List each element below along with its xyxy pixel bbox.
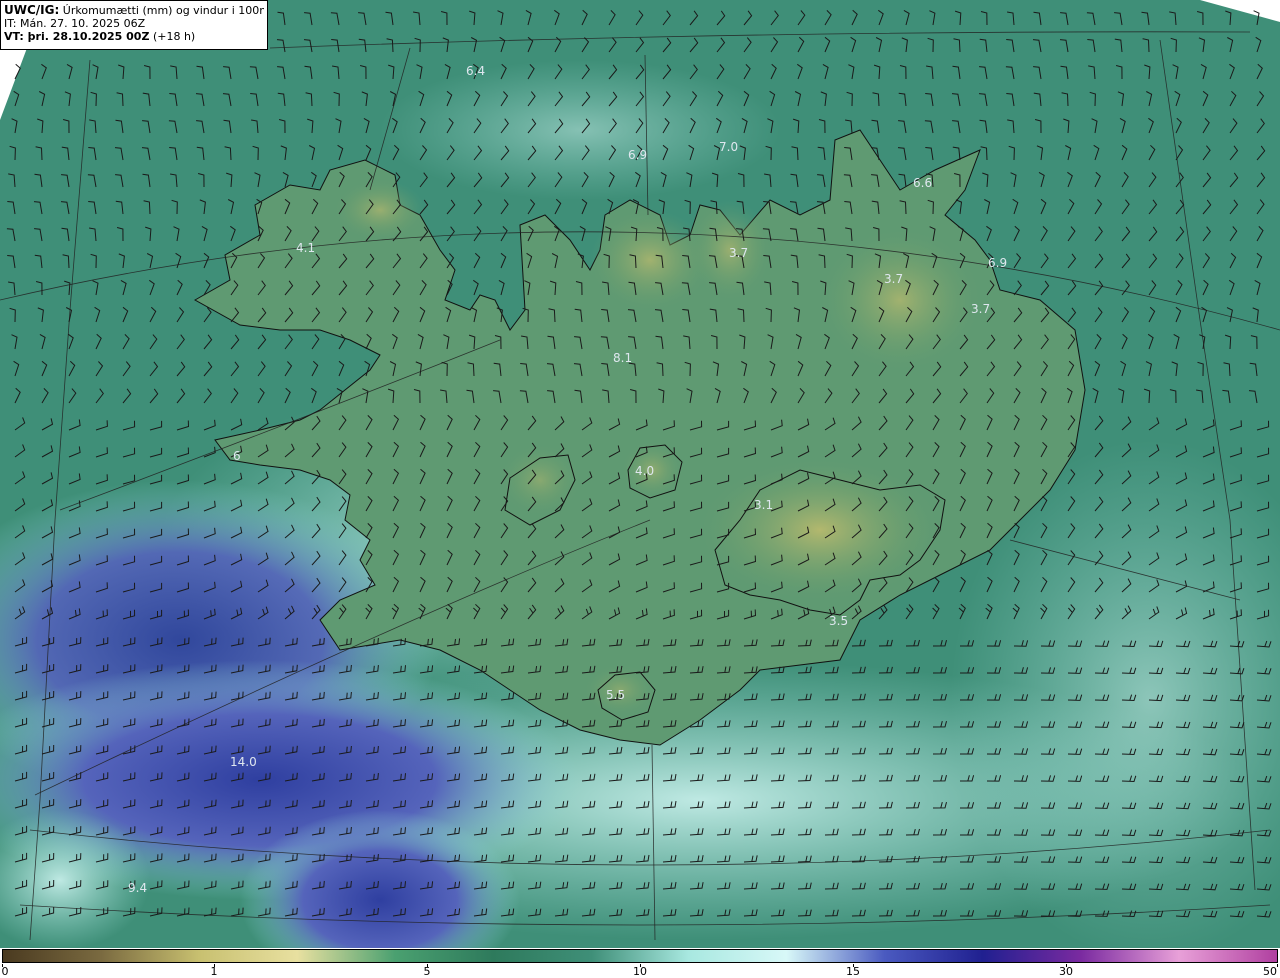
value-label: 9.4 bbox=[128, 881, 147, 895]
colorbar-label: 15 bbox=[846, 965, 860, 978]
colorbar-label: 0 bbox=[1, 965, 9, 978]
valid-time: VT: þri. 28.10.2025 00Z bbox=[4, 30, 150, 43]
value-label: 14.0 bbox=[230, 755, 257, 769]
value-label: 3.5 bbox=[829, 614, 848, 628]
init-time: IT: Mán. 27. 10. 2025 06Z bbox=[4, 17, 146, 30]
colorbar-label: 10 bbox=[633, 965, 647, 978]
colorbar-label: 5 bbox=[423, 965, 431, 978]
valid-time-line: VT: þri. 28.10.2025 00Z (+18 h) bbox=[4, 30, 264, 43]
value-label: 3.7 bbox=[729, 246, 748, 260]
header-title-line: UWC/IG: Úrkomumætti (mm) og vindur i 100… bbox=[4, 4, 264, 17]
value-label: 3.1 bbox=[754, 498, 773, 512]
map-title: Úrkomumætti (mm) og vindur i 100m hæð bbox=[62, 4, 264, 17]
highland-westfjords bbox=[335, 180, 425, 240]
value-label: 5.5 bbox=[606, 688, 625, 702]
colorbar-label: 30 bbox=[1059, 965, 1073, 978]
value-label: 6.9 bbox=[988, 256, 1007, 270]
colorbar-strip bbox=[2, 949, 1278, 963]
pale-region-north bbox=[380, 60, 780, 200]
value-label: 4.1 bbox=[296, 241, 315, 255]
colorbar-label: 1 bbox=[210, 965, 218, 978]
value-label: 4.0 bbox=[635, 464, 654, 478]
model-label: UWC/IG: bbox=[4, 4, 60, 17]
value-label: 3.7 bbox=[884, 272, 903, 286]
value-label: 8.1 bbox=[613, 351, 632, 365]
value-label: 7.0 bbox=[719, 140, 738, 154]
colorbar-label: 50 bbox=[1263, 965, 1277, 978]
lead-time: (+18 h) bbox=[152, 30, 196, 43]
map-header: UWC/IG: Úrkomumætti (mm) og vindur i 100… bbox=[0, 0, 268, 50]
value-label: 6.6 bbox=[913, 176, 932, 190]
colorbar: 0 1 5 10 15 30 50 bbox=[0, 948, 1280, 978]
colorbar-tick bbox=[1277, 964, 1278, 967]
value-label: 3.7 bbox=[971, 302, 990, 316]
highland-vatnajokull bbox=[700, 460, 940, 600]
weather-map: 6.4 6.9 7.0 6.6 4.1 3.7 3.7 6.9 3.7 8.1 … bbox=[0, 0, 1280, 948]
value-label: 6.4 bbox=[466, 64, 485, 78]
highland-northeast bbox=[820, 230, 980, 370]
value-label: 6 bbox=[233, 449, 241, 463]
value-label: 6.9 bbox=[628, 148, 647, 162]
